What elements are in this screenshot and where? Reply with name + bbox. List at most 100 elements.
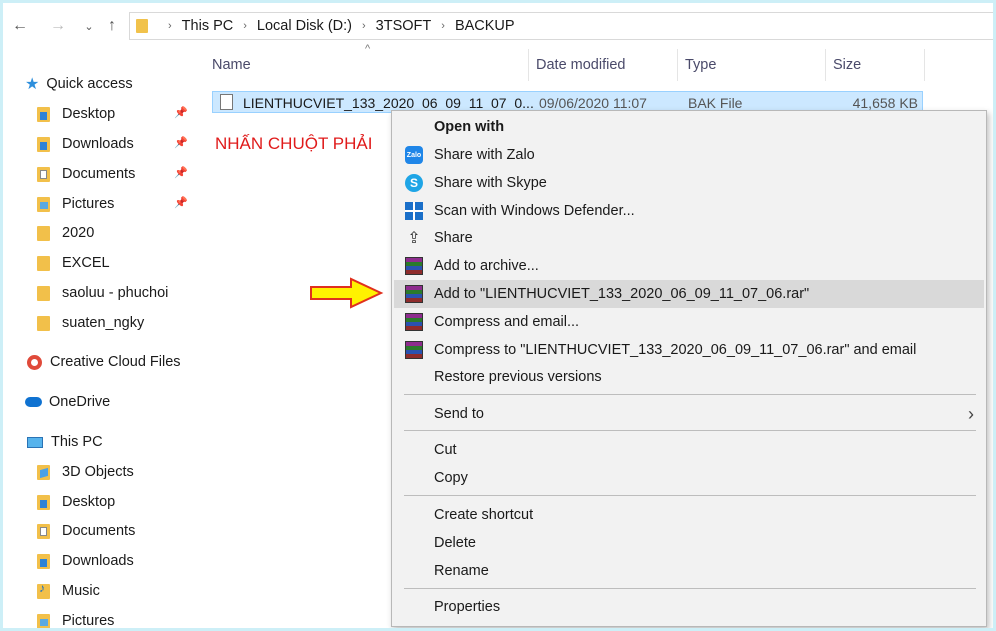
folder-icon bbox=[37, 285, 50, 301]
documents-folder-icon bbox=[37, 523, 50, 539]
computer-icon bbox=[27, 436, 43, 448]
menu-compress-and-email[interactable]: Compress and email... bbox=[394, 308, 984, 336]
file-date: 09/06/2020 11:07 bbox=[539, 95, 647, 111]
menu-label: Delete bbox=[434, 535, 476, 551]
menu-scan-defender[interactable]: Scan with Windows Defender... bbox=[394, 197, 984, 225]
creative-cloud-icon bbox=[27, 354, 42, 370]
winrar-icon bbox=[405, 257, 423, 275]
chevron-right-icon[interactable]: › bbox=[168, 20, 172, 32]
nav-label: 2020 bbox=[62, 225, 95, 241]
menu-copy[interactable]: Copy bbox=[394, 464, 984, 492]
menu-properties[interactable]: Properties bbox=[394, 593, 984, 621]
nav-label: Downloads bbox=[62, 553, 134, 569]
menu-open-with[interactable]: Open with bbox=[394, 113, 984, 141]
nav-item-pc-documents[interactable]: Documents bbox=[37, 518, 135, 544]
file-name: LIENTHUCVIET_133_2020_06_09_11_07_0... bbox=[243, 95, 534, 111]
column-divider[interactable] bbox=[528, 49, 529, 81]
nav-label: Music bbox=[62, 583, 100, 599]
menu-label: Properties bbox=[434, 599, 501, 615]
nav-label: Desktop bbox=[62, 106, 116, 122]
menu-label: Cut bbox=[434, 442, 457, 458]
nav-item-pc-desktop[interactable]: Desktop bbox=[37, 489, 115, 515]
nav-item-3d-objects[interactable]: 3D Objects bbox=[37, 459, 134, 485]
chevron-right-icon[interactable]: › bbox=[441, 20, 445, 32]
file-size: 41,658 KB bbox=[852, 95, 918, 111]
documents-folder-icon bbox=[37, 166, 50, 182]
breadcrumb-backup[interactable]: BACKUP bbox=[455, 18, 515, 34]
menu-share-zalo[interactable]: Zalo Share with Zalo bbox=[394, 141, 984, 169]
nav-item-suaten[interactable]: suaten_ngky bbox=[37, 310, 144, 336]
nav-label: OneDrive bbox=[49, 394, 111, 410]
nav-item-documents[interactable]: Documents bbox=[37, 161, 135, 187]
menu-delete[interactable]: Delete bbox=[394, 529, 984, 557]
nav-label: Creative Cloud Files bbox=[50, 354, 181, 370]
windows-defender-shield-icon bbox=[405, 202, 423, 220]
menu-compress-to-rar-and-email[interactable]: Compress to "LIENTHUCVIET_133_2020_06_09… bbox=[394, 336, 984, 364]
nav-item-downloads[interactable]: Downloads bbox=[37, 131, 134, 157]
nav-quick-access[interactable]: ★ Quick access bbox=[25, 71, 133, 97]
chevron-right-icon[interactable]: › bbox=[362, 20, 366, 32]
menu-create-shortcut[interactable]: Create shortcut bbox=[394, 501, 984, 529]
column-divider[interactable] bbox=[677, 49, 678, 81]
column-header-type[interactable]: Type bbox=[685, 57, 716, 77]
menu-label: Restore previous versions bbox=[434, 369, 602, 385]
nav-label: 3D Objects bbox=[62, 464, 134, 480]
menu-add-to-archive[interactable]: Add to archive... bbox=[394, 252, 984, 280]
folder-icon bbox=[37, 315, 50, 331]
share-icon: ⇪ bbox=[407, 230, 421, 247]
breadcrumb-local-disk[interactable]: Local Disk (D:) bbox=[257, 18, 352, 34]
column-header-date[interactable]: Date modified bbox=[536, 57, 625, 77]
downloads-folder-icon bbox=[37, 553, 50, 569]
nav-item-pc-pictures[interactable]: Pictures bbox=[37, 608, 114, 628]
pictures-folder-icon bbox=[37, 196, 50, 212]
downloads-folder-icon bbox=[37, 136, 50, 152]
nav-creative-cloud[interactable]: Creative Cloud Files bbox=[27, 349, 181, 375]
menu-cut[interactable]: Cut bbox=[394, 436, 984, 464]
menu-share[interactable]: ⇪ Share bbox=[394, 224, 984, 252]
nav-label: suaten_ngky bbox=[62, 315, 145, 331]
breadcrumb-this-pc[interactable]: This PC bbox=[182, 18, 234, 34]
nav-item-pictures[interactable]: Pictures bbox=[37, 191, 114, 217]
menu-restore-previous-versions[interactable]: Restore previous versions bbox=[394, 363, 984, 391]
folder-icon bbox=[37, 255, 50, 271]
menu-add-to-rar[interactable]: Add to "LIENTHUCVIET_133_2020_06_09_11_0… bbox=[394, 280, 984, 308]
up-arrow-icon[interactable]: ↑ bbox=[103, 15, 121, 37]
nav-label: EXCEL bbox=[62, 255, 110, 271]
navigation-pane: ★ Quick access Desktop 📌 Downloads 📌 Doc… bbox=[3, 63, 193, 628]
nav-onedrive[interactable]: OneDrive bbox=[25, 389, 110, 415]
nav-item-excel[interactable]: EXCEL bbox=[37, 250, 110, 276]
nav-item-desktop[interactable]: Desktop bbox=[37, 101, 115, 127]
back-arrow-icon[interactable]: ← bbox=[11, 15, 29, 37]
onedrive-cloud-icon bbox=[25, 397, 42, 407]
menu-label: Scan with Windows Defender... bbox=[434, 203, 635, 219]
nav-this-pc[interactable]: This PC bbox=[27, 429, 103, 455]
recent-locations-chevron-icon[interactable]: ⌄ bbox=[80, 15, 98, 37]
menu-separator bbox=[404, 430, 976, 431]
breadcrumb-3tsoft[interactable]: 3TSOFT bbox=[376, 18, 432, 34]
menu-rename[interactable]: Rename bbox=[394, 557, 984, 585]
chevron-right-icon[interactable]: › bbox=[243, 20, 247, 32]
menu-label: Rename bbox=[434, 563, 489, 579]
nav-item-pc-downloads[interactable]: Downloads bbox=[37, 548, 134, 574]
pin-icon: 📌 bbox=[174, 107, 188, 119]
menu-send-to[interactable]: Send to › bbox=[394, 400, 984, 428]
pointer-arrow-icon bbox=[310, 277, 384, 309]
menu-label: Add to archive... bbox=[434, 258, 539, 274]
winrar-icon bbox=[405, 285, 423, 303]
menu-separator bbox=[404, 394, 976, 395]
folder-icon bbox=[37, 225, 50, 241]
column-header-size[interactable]: Size bbox=[833, 57, 861, 77]
nav-item-2020[interactable]: 2020 bbox=[37, 220, 94, 246]
nav-item-music[interactable]: Music bbox=[37, 578, 100, 604]
nav-item-saoluu[interactable]: saoluu - phuchoi bbox=[37, 280, 168, 306]
column-header-name[interactable]: Name bbox=[212, 57, 251, 77]
address-bar[interactable]: › This PC › Local Disk (D:) › 3TSOFT › B… bbox=[129, 12, 993, 40]
desktop-folder-icon bbox=[37, 106, 50, 122]
column-divider[interactable] bbox=[924, 49, 925, 81]
menu-share-skype[interactable]: S Share with Skype bbox=[394, 169, 984, 197]
skype-icon: S bbox=[405, 174, 423, 192]
menu-label: Copy bbox=[434, 470, 468, 486]
column-divider[interactable] bbox=[825, 49, 826, 81]
forward-arrow-icon[interactable]: → bbox=[49, 15, 67, 37]
nav-label: Documents bbox=[62, 523, 136, 539]
